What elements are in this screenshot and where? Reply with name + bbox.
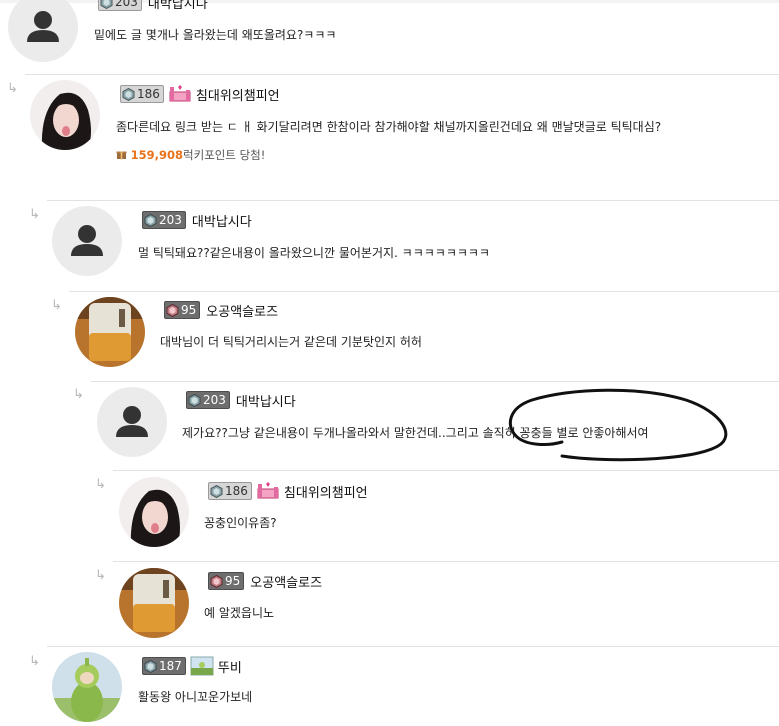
level-badge: 187 [142, 657, 186, 675]
person-icon [27, 11, 59, 42]
gift-icon [116, 151, 127, 160]
comment-text: 예 알겠읍니노 [204, 606, 275, 620]
level-badge: 203 [98, 0, 142, 11]
nickname[interactable]: 대박납시다 [236, 391, 296, 410]
reply-arrow-icon: ↳ [29, 654, 40, 669]
level-badge: 203 [142, 211, 186, 229]
avatar[interactable] [119, 477, 189, 547]
level-badge: 186 [120, 85, 164, 103]
drink-photo-icon [119, 568, 189, 638]
points-number: 159,908 [130, 148, 184, 162]
comment-text: 활동왕 아니꼬운가보네 [138, 690, 253, 704]
level-number: 203 [159, 213, 182, 227]
reply-arrow-icon: ↳ [73, 387, 84, 402]
comment-meta: 186 침대위의챔피언 [120, 84, 280, 104]
comment-text: 꽁충인이유좀? [204, 516, 277, 530]
level-gem-icon [166, 303, 179, 317]
level-number: 203 [203, 393, 226, 407]
comment-divider [69, 291, 779, 292]
reply-arrow-icon: ↳ [7, 81, 18, 96]
level-gem-icon [210, 574, 223, 588]
reply-arrow-icon: ↳ [95, 568, 106, 583]
nickname[interactable]: 뚜비 [218, 657, 242, 676]
level-gem-icon [144, 213, 157, 227]
person-icon [116, 406, 148, 437]
bed-badge-icon [169, 85, 191, 102]
avatar[interactable] [8, 0, 78, 62]
comment-divider [25, 74, 779, 75]
level-number: 187 [159, 659, 182, 673]
comment-divider [47, 646, 779, 647]
nickname[interactable]: 침대위의챔피언 [284, 482, 368, 501]
bed-badge-icon [257, 482, 279, 499]
comment-divider [113, 470, 779, 471]
profile-photo-icon [30, 80, 100, 150]
nickname[interactable]: 침대위의챔피언 [196, 85, 280, 104]
comment-meta: 203 대박납시다 [142, 210, 252, 230]
comment-divider [113, 561, 779, 562]
comment-meta: 203 대박납시다 [98, 0, 208, 12]
avatar[interactable] [52, 206, 122, 276]
level-badge: 186 [208, 482, 252, 500]
avatar[interactable] [97, 387, 167, 457]
comment-text: 멀 틱틱돼요??같은내용이 올라왔으니깐 물어본거지. ㅋㅋㅋㅋㅋㅋㅋㅋ [138, 246, 490, 260]
comment-divider [91, 381, 779, 382]
level-number: 203 [115, 0, 138, 9]
level-number: 95 [225, 574, 241, 588]
person-icon [71, 225, 103, 256]
nickname[interactable]: 대박납시다 [148, 0, 208, 12]
comment-text: 제가요??그냥 같은내용이 두개나올라와서 말한건데..그리고 솔직히 꽁충들 … [182, 426, 649, 440]
level-gem-icon [100, 0, 113, 9]
nickname[interactable]: 오공액슬로즈 [250, 572, 322, 591]
comment-meta: 186 침대위의챔피언 [208, 481, 368, 501]
teletubby-photo-icon [52, 652, 122, 722]
landscape-badge-icon [190, 656, 214, 676]
comment-text: 대박님이 더 틱틱거리시는거 같은데 기분탓인지 허허 [160, 335, 422, 349]
avatar[interactable] [119, 568, 189, 638]
level-number: 186 [137, 87, 160, 101]
profile-photo-icon [119, 477, 189, 547]
avatar[interactable] [52, 652, 122, 722]
reply-arrow-icon: ↳ [29, 207, 40, 222]
level-gem-icon [144, 659, 157, 673]
comment-divider [47, 200, 779, 201]
level-number: 95 [181, 303, 197, 317]
reply-arrow-icon: ↳ [95, 477, 106, 492]
reply-arrow-icon: ↳ [51, 298, 62, 313]
comment-meta: 187 뚜비 [142, 656, 242, 676]
lucky-points: 159,908럭키포인트 당첨! [116, 147, 265, 163]
level-number: 186 [225, 484, 248, 498]
comment-meta: 95 오공액슬로즈 [164, 300, 278, 320]
drink-photo-icon [75, 297, 145, 367]
nickname[interactable]: 오공액슬로즈 [206, 301, 278, 320]
comment-text: 밑에도 글 몇개나 올라왔는데 왜또올려요?ㅋㅋㅋ [94, 28, 337, 42]
level-badge: 203 [186, 391, 230, 409]
level-gem-icon [122, 87, 135, 101]
nickname[interactable]: 대박납시다 [192, 211, 252, 230]
comment-text: 좀다른데요 링크 받는 ㄷ ㅐ 화기달리려면 한참이라 참가해야할 채널까지올린… [116, 120, 662, 134]
level-badge: 95 [208, 572, 245, 590]
level-gem-icon [210, 484, 223, 498]
avatar[interactable] [75, 297, 145, 367]
comment-meta: 95 오공액슬로즈 [208, 571, 322, 591]
avatar[interactable] [30, 80, 100, 150]
comment-meta: 203 대박납시다 [186, 390, 296, 410]
level-badge: 95 [164, 301, 201, 319]
level-gem-icon [188, 393, 201, 407]
points-label: 럭키포인트 당첨! [183, 148, 266, 162]
